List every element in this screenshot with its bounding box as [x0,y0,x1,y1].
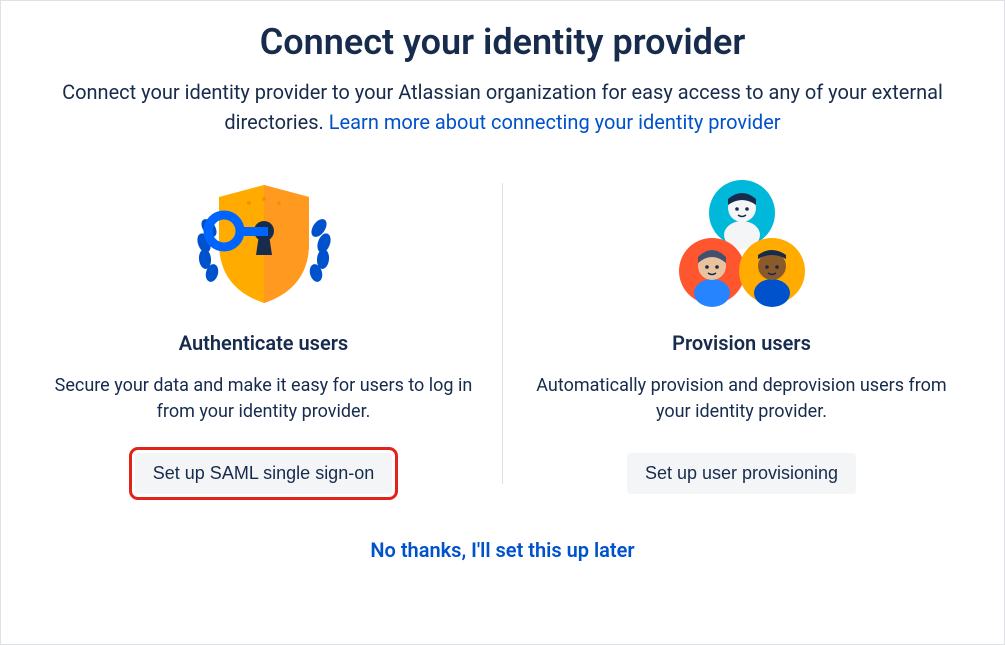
shield-key-icon [164,173,364,313]
authenticate-title: Authenticate users [179,331,348,355]
skip-link[interactable]: No thanks, I'll set this up later [370,538,634,562]
provision-card: Provision users Automatically provision … [503,173,980,494]
provision-title: Provision users [672,331,811,355]
users-avatars-icon [642,173,842,313]
authenticate-desc: Secure your data and make it easy for us… [49,373,479,425]
setup-saml-button[interactable]: Set up SAML single sign-on [135,453,392,494]
cards-row: Authenticate users Secure your data and … [25,173,980,494]
learn-more-link[interactable]: Learn more about connecting your identit… [329,110,781,134]
provision-desc: Automatically provision and deprovision … [527,373,957,425]
page-title: Connect your identity provider [260,21,746,63]
page-subtitle: Connect your identity provider to your A… [28,77,978,137]
authenticate-card: Authenticate users Secure your data and … [25,173,502,494]
setup-provisioning-button[interactable]: Set up user provisioning [627,453,856,494]
